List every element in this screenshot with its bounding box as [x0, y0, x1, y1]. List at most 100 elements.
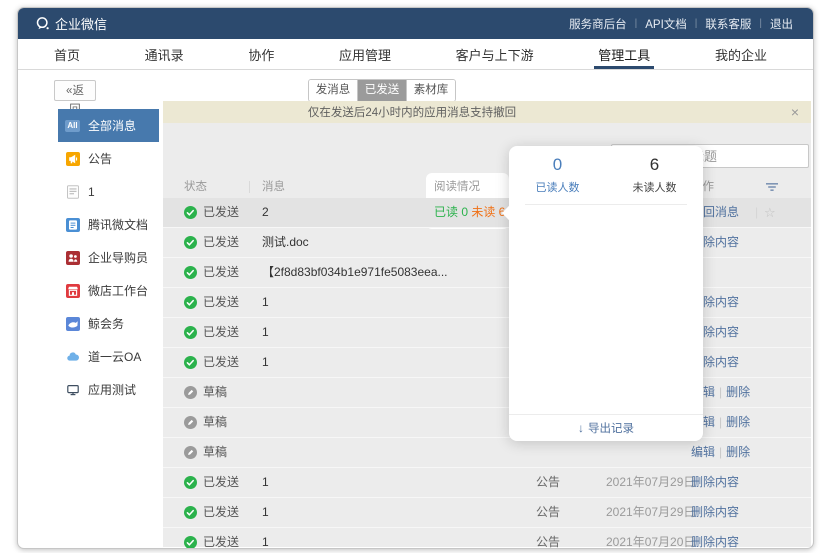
- action-link-删除[interactable]: 删除: [726, 385, 750, 399]
- sidebar-item-道一云OA[interactable]: 道一云OA: [58, 340, 159, 373]
- status-label: 草稿: [203, 378, 227, 407]
- popover-empty-list: [509, 205, 703, 414]
- sidebar-item-label: 微店工作台: [88, 282, 148, 299]
- sidebar-item-腾讯微文档[interactable]: 腾讯微文档: [58, 208, 159, 241]
- sidebar-item-label: 全部消息: [88, 117, 136, 134]
- sidebar-item-label: 企业导购员: [88, 249, 148, 266]
- status-cell: 已发送: [184, 198, 239, 227]
- nav-item-管理工具[interactable]: 管理工具: [592, 39, 656, 69]
- status-cell: 已发送: [184, 318, 239, 347]
- sidebar-item-公告[interactable]: 公告: [58, 142, 159, 175]
- export-records-button[interactable]: ↓ 导出记录: [509, 414, 703, 441]
- status-cell: 已发送: [184, 468, 239, 497]
- tab-素材库[interactable]: 素材库: [407, 80, 455, 101]
- nav-item-协作[interactable]: 协作: [242, 39, 280, 69]
- action-separator: |: [715, 415, 726, 429]
- table-row[interactable]: 已发送 1 公告 2021年07月29日删除内容: [163, 468, 811, 498]
- top-bar: 企业微信 服务商后台|API文档|联系客服|退出: [18, 8, 813, 39]
- top-link[interactable]: 服务商后台: [561, 16, 635, 32]
- status-label: 已发送: [203, 228, 239, 257]
- back-button[interactable]: «返回: [54, 80, 96, 101]
- sent-check-icon: [184, 536, 197, 549]
- top-link[interactable]: 联系客服: [697, 16, 759, 32]
- table-row[interactable]: 草稿 编辑|删除: [163, 438, 811, 468]
- nav-item-通讯录[interactable]: 通讯录: [139, 39, 190, 69]
- unread-count-label: 未读人数: [606, 179, 703, 195]
- header-status: 状态: [184, 176, 207, 198]
- table-header: 状态 消息 阅读情况 操作: [163, 176, 811, 198]
- date-cell: 2021年07月29日: [606, 498, 695, 527]
- sidebar-item-1[interactable]: 1: [58, 175, 159, 208]
- sidebar-item-label: 道一云OA: [88, 348, 141, 365]
- table-row[interactable]: 已发送2已读 0 未读 6撤回消息|☆: [163, 198, 811, 228]
- notice-bar: 仅在发送后24小时内的应用消息支持撤回 ×: [163, 101, 811, 123]
- shop-red-icon: [65, 283, 80, 298]
- action-cell: 删除内容: [691, 498, 739, 527]
- status-label: 已发送: [203, 198, 239, 227]
- nav-item-首页[interactable]: 首页: [48, 39, 86, 69]
- top-link[interactable]: API文档: [637, 16, 695, 32]
- nav-item-客户与上下游[interactable]: 客户与上下游: [450, 39, 540, 69]
- status-cell: 已发送: [184, 228, 239, 257]
- action-link-删除[interactable]: 删除: [726, 415, 750, 429]
- table-row[interactable]: 已发送1删除内容: [163, 288, 811, 318]
- sent-check-icon: [184, 506, 197, 519]
- sidebar-item-label: 1: [88, 185, 95, 199]
- read-count-label: 已读人数: [509, 179, 606, 195]
- status-cell: 已发送: [184, 498, 239, 527]
- message-cell: 1: [262, 498, 269, 527]
- nav-item-应用管理[interactable]: 应用管理: [333, 39, 397, 69]
- star-icon[interactable]: ☆: [764, 198, 776, 227]
- filter-icon[interactable]: [765, 181, 779, 196]
- top-link[interactable]: 退出: [762, 16, 801, 32]
- action-cell: 删除内容: [691, 468, 739, 497]
- action-separator: |: [715, 445, 726, 459]
- sent-check-icon: [184, 266, 197, 279]
- action-link-删除内容[interactable]: 删除内容: [691, 535, 739, 549]
- unread-count: 6: [606, 155, 703, 175]
- app-window: 企业微信 服务商后台|API文档|联系客服|退出 首页通讯录协作应用管理客户与上…: [17, 7, 814, 549]
- nav-item-我的企业[interactable]: 我的企业: [709, 39, 773, 69]
- action-link-编辑[interactable]: 编辑: [691, 445, 715, 459]
- table-row[interactable]: 草稿编辑|删除: [163, 408, 811, 438]
- sidebar-item-label: 应用测试: [88, 381, 136, 398]
- table-row[interactable]: 已发送1公告2021年07月20日删除内容: [163, 528, 811, 549]
- tab-已发送[interactable]: 已发送: [358, 80, 407, 101]
- table-row[interactable]: 已发送测试.doc删除内容: [163, 228, 811, 258]
- sidebar-item-微店工作台[interactable]: 微店工作台: [58, 274, 159, 307]
- date-cell: 2021年07月29日: [606, 468, 695, 497]
- table-row[interactable]: 已发送1删除内容: [163, 318, 811, 348]
- status-label: 已发送: [203, 528, 239, 549]
- status-label: 已发送: [203, 348, 239, 377]
- message-cell: 1: [262, 348, 269, 377]
- table-row[interactable]: 已发送【2f8d83bf034b1e971fe5083eea...: [163, 258, 811, 288]
- sent-messages-panel: 仅在发送后24小时内的应用消息支持撤回 × 状态 消息 阅读情况 操作 已发送2…: [163, 101, 811, 547]
- read-count: 0: [509, 155, 606, 175]
- tab-发消息[interactable]: 发消息: [309, 80, 358, 101]
- table-row[interactable]: 已发送1删除内容: [163, 348, 811, 378]
- action-link-删除[interactable]: 删除: [726, 445, 750, 459]
- message-tabs: 发消息已发送素材库: [308, 79, 456, 102]
- star-column-divider: |: [755, 198, 758, 227]
- table-row[interactable]: 已发送1公告2021年07月29日删除内容: [163, 498, 811, 528]
- sidebar-item-企业导购员[interactable]: 企业导购员: [58, 241, 159, 274]
- status-cell: 草稿: [184, 438, 227, 467]
- brand-name: 企业微信: [55, 14, 107, 33]
- status-cell: 已发送: [184, 348, 239, 377]
- draft-icon: [184, 446, 197, 459]
- sidebar-item-label: 公告: [88, 150, 112, 167]
- table-row[interactable]: 草稿编辑|删除: [163, 378, 811, 408]
- sidebar-item-应用测试[interactable]: 应用测试: [58, 373, 159, 406]
- message-cell: 1: [262, 468, 269, 497]
- type-cell: 公告: [536, 468, 560, 497]
- action-link-删除内容[interactable]: 删除内容: [691, 505, 739, 519]
- sidebar-item-鲸会务[interactable]: 鲸会务: [58, 307, 159, 340]
- sent-check-icon: [184, 206, 197, 219]
- close-icon[interactable]: ×: [788, 101, 802, 123]
- popover-stats: 0 已读人数 6 未读人数: [509, 146, 703, 195]
- sidebar-item-全部消息[interactable]: All全部消息: [58, 109, 159, 142]
- read-status-cell[interactable]: 已读 0 未读 6: [434, 198, 505, 227]
- status-cell: 已发送: [184, 288, 239, 317]
- sent-check-icon: [184, 356, 197, 369]
- action-link-删除内容[interactable]: 删除内容: [691, 475, 739, 489]
